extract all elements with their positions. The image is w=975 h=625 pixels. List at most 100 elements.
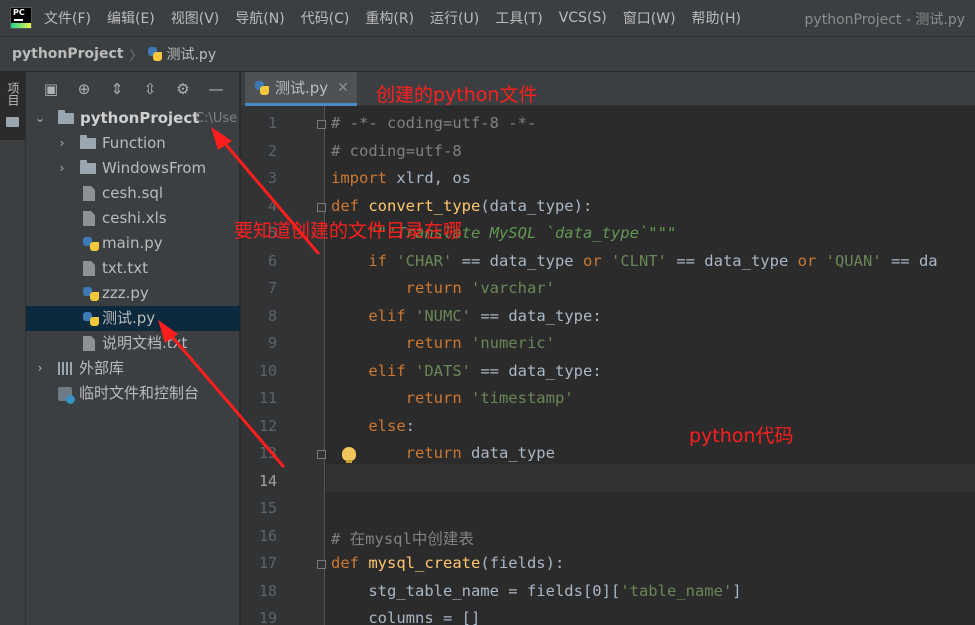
menu-help[interactable]: 帮助(H) — [692, 8, 741, 28]
menu-vcs[interactable]: VCS(S) — [559, 10, 607, 26]
tree-item-zzz-py[interactable]: zzz.py — [26, 281, 240, 306]
code-line: return data_type — [331, 444, 555, 462]
breadcrumb-file[interactable]: 测试.py — [166, 44, 216, 64]
code-token: return — [405, 334, 471, 352]
code-token: == data_type: — [471, 361, 602, 380]
menu-tools[interactable]: 工具(T) — [495, 8, 542, 28]
code-token: == data_type — [666, 251, 798, 270]
tree-item-function[interactable]: › Function — [26, 131, 240, 156]
chevron-right-icon[interactable]: › — [56, 131, 68, 156]
chevron-right-icon[interactable]: › — [34, 356, 46, 381]
tree-item-main-py[interactable]: main.py — [26, 231, 240, 256]
chevron-down-icon[interactable]: ⌄ — [34, 106, 46, 131]
menu-refactor[interactable]: 重构(R) — [365, 8, 414, 28]
target-icon[interactable]: ⊕ — [75, 80, 93, 98]
line-number: 4 — [267, 196, 277, 215]
expand-all-icon[interactable]: ⇕ — [108, 80, 126, 98]
minimize-icon[interactable]: — — [207, 80, 225, 98]
code-token: return — [405, 279, 471, 297]
project-toolbar: ▣ ⊕ ⇕ ⇳ ⚙ — — [26, 72, 240, 106]
tree-item-pythonproject[interactable]: ⌄ pythonProject C:\Use — [26, 106, 240, 131]
line-number: 8 — [267, 306, 277, 325]
tree-item-ceshi-xls[interactable]: ceshi.xls — [26, 206, 240, 231]
code-token: if — [368, 251, 397, 270]
close-icon[interactable]: ✕ — [337, 80, 349, 96]
code-token: stg_table_name = fields[ — [331, 581, 593, 600]
code-token: def — [331, 554, 369, 572]
python-file-icon — [83, 287, 99, 301]
fold-toggle-icon[interactable] — [317, 450, 326, 459]
line-number: 16 — [258, 526, 277, 545]
breadcrumb-project[interactable]: pythonProject — [12, 46, 123, 62]
tree-item-external-libraries[interactable]: › 外部库 — [26, 356, 240, 381]
annotation-python-code: python代码 — [689, 425, 794, 447]
tree-item-scratches[interactable]: 临时文件和控制台 — [26, 381, 240, 406]
layout-icon[interactable]: ▣ — [42, 80, 60, 98]
code-token: elif — [368, 361, 415, 380]
tree-item-label: 说明文档.txt — [102, 334, 188, 352]
code-token: # coding=utf-8 — [331, 141, 462, 160]
code-token: == data_type — [452, 251, 583, 270]
menu-view[interactable]: 视图(V) — [171, 8, 220, 28]
code-token: : — [405, 416, 415, 435]
menu-file[interactable]: 文件(F) — [44, 8, 91, 28]
lightbulb-icon[interactable] — [342, 447, 356, 463]
fold-toggle-icon[interactable] — [317, 120, 326, 129]
library-icon — [58, 362, 74, 375]
code-line: return 'varchar' — [331, 279, 555, 297]
line-number: 1 — [267, 114, 277, 132]
code-token: # 在mysql中创建表 — [331, 529, 474, 548]
line-number-gutter: 1 2 3 4 5 6 7 8 9 10 11 12 13 14 15 16 17 18 19 — [241, 106, 326, 625]
code-token: # -*- coding=utf-8 -*- — [331, 114, 537, 132]
folder-icon — [80, 160, 96, 174]
annotation-created-file: 创建的python文件 — [376, 84, 538, 106]
tree-item-label: 外部库 — [79, 359, 125, 377]
project-tool-button[interactable]: 项目 — [0, 72, 26, 140]
menu-window[interactable]: 窗口(W) — [623, 8, 676, 28]
python-file-icon — [148, 47, 163, 61]
tree-item-readme-txt[interactable]: 说明文档.txt — [26, 331, 240, 356]
tree-item-label: WindowsFrom — [102, 159, 207, 177]
chevron-right-icon[interactable]: › — [56, 156, 68, 181]
code-token: convert_type — [368, 196, 481, 215]
line-number: 12 — [258, 416, 277, 435]
code-line: # 在mysql中创建表 — [331, 527, 474, 549]
folder-icon — [58, 110, 74, 124]
code-token: ] — [732, 581, 742, 600]
code-token: import — [331, 169, 397, 187]
code-token: 'varchar' — [470, 279, 555, 297]
pycharm-logo-icon[interactable]: PC — [10, 7, 32, 29]
tree-item-ceshi-py[interactable]: 测试.py — [26, 306, 240, 331]
code-line: return 'numeric' — [331, 334, 555, 352]
project-tool-label: 项目 — [6, 82, 20, 106]
code-token: 'timestamp' — [470, 389, 574, 407]
menu-run[interactable]: 运行(U) — [430, 8, 479, 28]
fold-toggle-icon[interactable] — [317, 560, 326, 569]
menu-navigate[interactable]: 导航(N) — [235, 8, 284, 28]
menu-edit[interactable]: 编辑(E) — [107, 8, 155, 28]
breadcrumb-separator: 〉 — [129, 48, 143, 64]
gear-icon[interactable]: ⚙ — [174, 80, 192, 98]
code-token: (data_type): — [480, 196, 593, 215]
breadcrumb: pythonProject 〉 测试.py — [0, 36, 975, 72]
code-editor[interactable]: # -*- coding=utf-8 -*- # coding=utf-8 impo… — [326, 106, 975, 625]
tree-item-txt-txt[interactable]: txt.txt — [26, 256, 240, 281]
menu-code[interactable]: 代码(C) — [301, 8, 350, 28]
tab-ceshi-py[interactable]: 测试.py ✕ — [245, 72, 357, 106]
fold-toggle-icon[interactable] — [317, 202, 326, 212]
code-token: == data_type: — [471, 306, 602, 325]
code-token: 'DATS' — [415, 361, 471, 380]
tree-item-windowsfrom[interactable]: › WindowsFrom — [26, 156, 240, 181]
sql-file-icon — [83, 186, 95, 201]
collapse-all-icon[interactable]: ⇳ — [141, 80, 159, 98]
line-number: 3 — [267, 169, 277, 187]
tree-item-cesh-sql[interactable]: cesh.sql — [26, 181, 240, 206]
editor: 测试.py ✕ 1 2 3 4 5 6 7 8 9 10 11 12 13 14 15 16 17 18 19 # … — [241, 72, 975, 625]
code-line: # coding=utf-8 — [331, 142, 462, 160]
code-line: def convert_type(data_type): — [331, 197, 592, 215]
tree-item-label: zzz.py — [102, 284, 149, 302]
